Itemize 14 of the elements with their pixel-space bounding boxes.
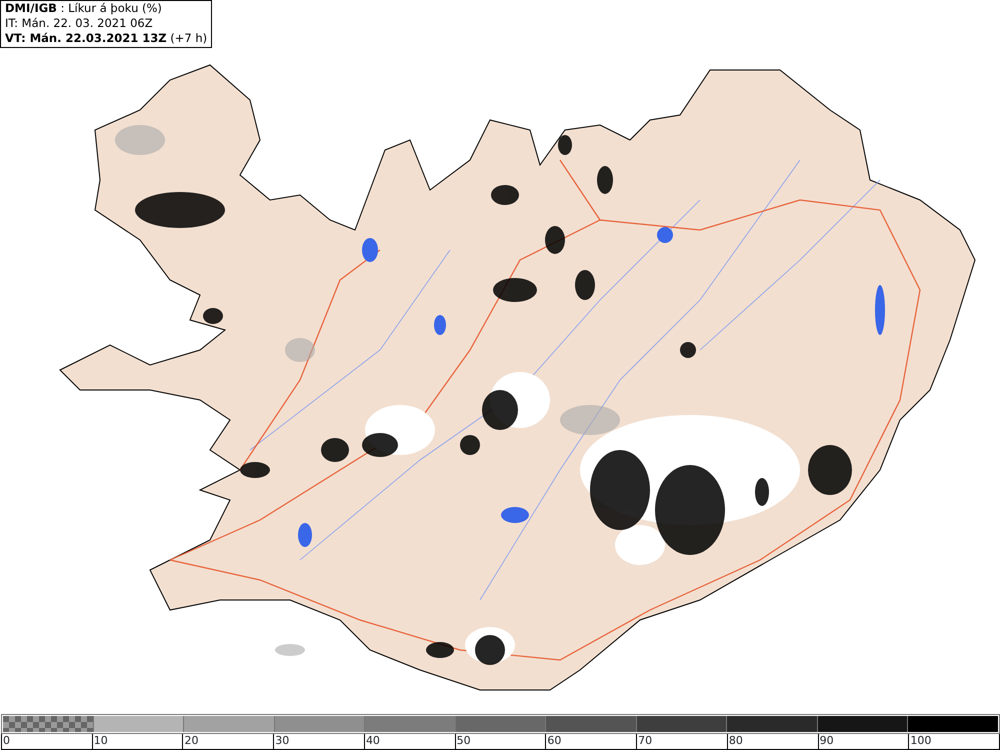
legend-label: 40 — [366, 734, 380, 748]
title-line: DMI/IGB : Líkur á þoku (%) — [5, 1, 163, 16]
legend-label: 10 — [94, 734, 108, 748]
legend-label: 30 — [275, 734, 290, 748]
title-line: VT: Mán. 22.03.2021 13Z (+7 h) — [5, 31, 208, 46]
legend-label: 70 — [638, 734, 652, 748]
legend-label: 0 — [3, 734, 10, 748]
legend-label: 50 — [456, 734, 471, 748]
legend-label: 60 — [547, 734, 562, 748]
legend-label: 100 — [910, 734, 932, 748]
legend-label: 90 — [820, 734, 834, 748]
title-line: IT: Mán. 22. 03. 2021 06Z — [5, 16, 154, 31]
legend-label: 80 — [728, 734, 743, 748]
legend-label: 20 — [184, 734, 198, 748]
